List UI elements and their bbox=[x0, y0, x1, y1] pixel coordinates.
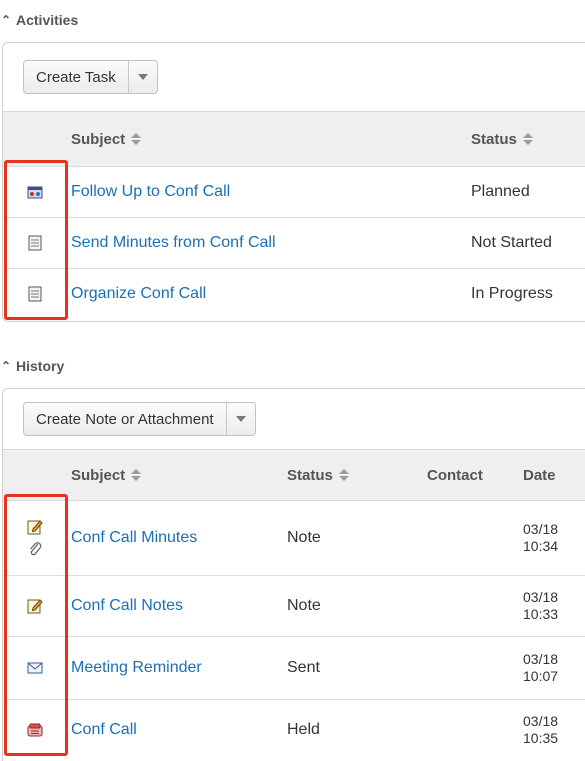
activities-title[interactable]: ⌃ Activities bbox=[0, 10, 78, 30]
column-contact[interactable]: Contact bbox=[427, 450, 483, 500]
date-text: 03/18 bbox=[523, 521, 559, 537]
table-row: Meeting Reminder Sent 03/18 10:07 bbox=[3, 637, 585, 700]
date-text: 03/18 bbox=[523, 651, 559, 667]
subject-link[interactable]: Conf Call Minutes bbox=[71, 501, 197, 575]
history-header-row: Subject Status Contact Date bbox=[3, 450, 585, 501]
create-task-dropdown[interactable] bbox=[129, 61, 157, 93]
status-value: Sent bbox=[287, 659, 320, 676]
table-row: Send Minutes from Conf Call Not Started bbox=[3, 218, 585, 269]
activities-header-row: Subject Status bbox=[3, 112, 585, 167]
column-status-label: Status bbox=[287, 466, 333, 484]
subject-link[interactable]: Conf Call bbox=[71, 700, 137, 760]
create-note-dropdown[interactable] bbox=[227, 403, 255, 435]
call-icon bbox=[23, 700, 47, 760]
collapse-chevron-icon[interactable]: ⌃ bbox=[0, 359, 12, 373]
note-icon bbox=[27, 520, 43, 535]
paperclip-icon bbox=[30, 542, 42, 556]
subject-link[interactable]: Organize Conf Call bbox=[71, 269, 206, 319]
table-row: Organize Conf Call In Progress bbox=[3, 269, 585, 319]
column-status[interactable]: Status bbox=[287, 450, 349, 500]
table-row: Follow Up to Conf Call Planned bbox=[3, 167, 585, 218]
caret-down-icon bbox=[137, 74, 148, 80]
note-icon bbox=[23, 576, 47, 636]
time-text: 10:34 bbox=[523, 538, 559, 554]
meeting-icon bbox=[23, 167, 47, 217]
column-date[interactable]: Date bbox=[523, 450, 556, 500]
sort-icon bbox=[338, 469, 349, 481]
date-value: 03/18 10:34 bbox=[523, 501, 558, 575]
time-text: 10:07 bbox=[523, 668, 559, 684]
history-toolbar: Create Note or Attachment bbox=[3, 389, 585, 450]
subject-link[interactable]: Send Minutes from Conf Call bbox=[71, 218, 276, 268]
history-title[interactable]: ⌃ History bbox=[0, 356, 64, 376]
table-row: Conf Call Minutes Note 03/18 10:34 bbox=[3, 501, 585, 576]
subject-link[interactable]: Follow Up to Conf Call bbox=[71, 167, 230, 217]
column-status[interactable]: Status bbox=[471, 112, 533, 166]
column-subject[interactable]: Subject bbox=[71, 450, 142, 500]
column-subject-label: Subject bbox=[71, 130, 126, 148]
date-text: 03/18 bbox=[523, 713, 559, 729]
status-value: Note bbox=[287, 529, 321, 546]
create-task-button[interactable]: Create Task bbox=[24, 61, 129, 93]
sort-icon bbox=[522, 133, 533, 145]
activities-title-label: Activities bbox=[16, 12, 79, 28]
status-value: Held bbox=[287, 721, 320, 738]
create-task-button-group: Create Task bbox=[23, 60, 158, 94]
task-icon bbox=[23, 218, 47, 268]
create-note-button-group: Create Note or Attachment bbox=[23, 402, 256, 436]
subject-link[interactable]: Conf Call Notes bbox=[71, 576, 183, 636]
sort-icon bbox=[131, 469, 142, 481]
time-text: 10:35 bbox=[523, 730, 559, 746]
date-value: 03/18 10:07 bbox=[523, 637, 558, 699]
column-subject[interactable]: Subject bbox=[71, 112, 142, 166]
status-value: In Progress bbox=[471, 285, 553, 302]
date-value: 03/18 10:33 bbox=[523, 576, 558, 636]
status-value: Planned bbox=[471, 183, 530, 200]
column-date-label: Date bbox=[523, 466, 556, 484]
task-icon bbox=[23, 269, 47, 319]
email-icon bbox=[23, 637, 47, 699]
activities-panel: Create Task Subject Status Follow Up to … bbox=[2, 42, 585, 322]
history-title-label: History bbox=[16, 358, 65, 374]
column-subject-label: Subject bbox=[71, 466, 126, 484]
date-value: 03/18 10:35 bbox=[523, 700, 558, 760]
time-text: 10:33 bbox=[523, 606, 559, 622]
status-value: Note bbox=[287, 597, 321, 614]
caret-down-icon bbox=[235, 416, 246, 422]
create-note-button[interactable]: Create Note or Attachment bbox=[24, 403, 227, 435]
history-panel: Create Note or Attachment Subject Status… bbox=[2, 388, 585, 761]
column-contact-label: Contact bbox=[427, 466, 483, 484]
collapse-chevron-icon[interactable]: ⌃ bbox=[0, 13, 12, 27]
activities-toolbar: Create Task bbox=[3, 43, 585, 112]
date-text: 03/18 bbox=[523, 589, 559, 605]
table-row: Conf Call Notes Note 03/18 10:33 bbox=[3, 576, 585, 637]
sort-icon bbox=[131, 133, 142, 145]
column-status-label: Status bbox=[471, 130, 517, 148]
status-value: Not Started bbox=[471, 234, 552, 251]
subject-link[interactable]: Meeting Reminder bbox=[71, 637, 202, 699]
table-row: Conf Call Held 03/18 10:35 bbox=[3, 700, 585, 760]
note-with-attachment bbox=[23, 501, 47, 575]
